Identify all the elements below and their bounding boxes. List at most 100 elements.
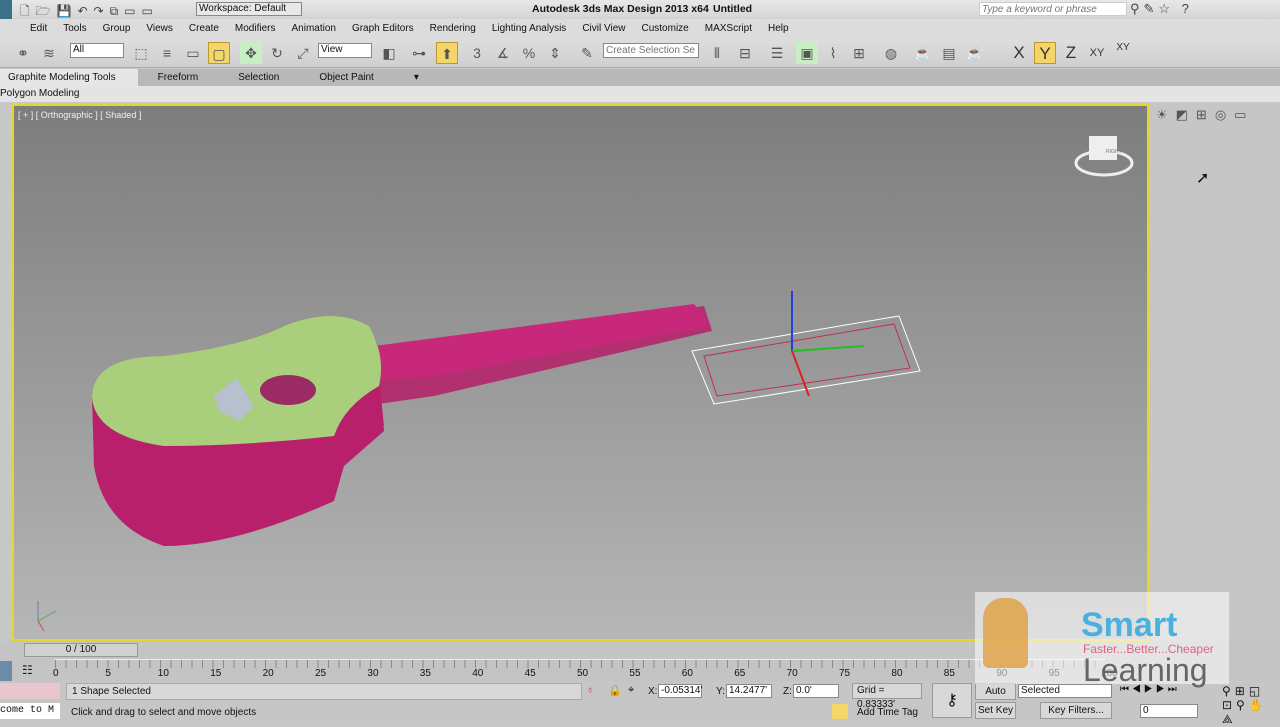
material-editor-icon[interactable]: ◍ (880, 42, 902, 64)
named-selection-input[interactable] (603, 43, 699, 58)
select-scale-icon[interactable]: ⤢ (292, 42, 314, 64)
lock-selection-icon[interactable]: 🔒 (608, 684, 622, 697)
timeline-tick-label: 35 (419, 668, 431, 679)
y-coordinate-field[interactable]: 14.2477' (726, 684, 772, 698)
infocenter-icons[interactable]: ⚲✎☆ ? (1130, 1, 1193, 17)
main-toolbar: ⚭ ≋ All ⬚ ≡ ▭ ▢ ✥ ↻ ⤢ View ◧ ⊶ ⬆ 3 ∡ % ⇕… (0, 38, 1280, 68)
add-time-tag-button[interactable]: Add Time Tag (857, 707, 918, 718)
ribbon-panel: Polygon Modeling (0, 86, 1280, 102)
render-production-icon[interactable]: ☕ (964, 42, 986, 64)
schematic-view-icon[interactable]: ⊞ (848, 42, 870, 64)
tab-object-paint[interactable]: Object Paint (299, 72, 393, 83)
auto-key-button[interactable]: Auto Key (975, 683, 1016, 712)
maxscript-text: come to M (0, 705, 55, 716)
maxscript-listener[interactable] (0, 683, 60, 699)
current-frame-value: 0 (1143, 705, 1149, 716)
layer-manager-icon[interactable]: ☰ (766, 42, 788, 64)
render-setup-icon[interactable]: ☕ (912, 42, 934, 64)
axis-z-button[interactable]: Z (1060, 42, 1082, 64)
menu-maxscript[interactable]: MAXScript (697, 23, 760, 34)
select-by-name-icon[interactable]: ≡ (156, 42, 178, 64)
menu-modifiers[interactable]: Modifiers (227, 23, 284, 34)
menu-animation[interactable]: Animation (283, 23, 343, 34)
select-rotate-icon[interactable]: ↻ (266, 42, 288, 64)
z-label: Z: (783, 686, 792, 697)
trackbar-toggle[interactable] (0, 661, 12, 681)
menu-lighting-analysis[interactable]: Lighting Analysis (484, 23, 575, 34)
viewcube-face-label[interactable]: RIGHT (1106, 149, 1122, 155)
time-tag-icon[interactable] (832, 704, 848, 719)
menu-views[interactable]: Views (138, 23, 181, 34)
viewport-orthographic[interactable]: [ + ] [ Orthographic ] [ Shaded ] RIGHT (12, 104, 1149, 641)
snaps-toggle-icon[interactable]: 3 (466, 42, 488, 64)
spinner-snap-icon[interactable]: ⇕ (544, 42, 566, 64)
isolate-icon[interactable]: ♁ (586, 684, 594, 696)
track-bar[interactable]: 0510152025303540455055606570758085909510… (53, 659, 1118, 681)
rendered-frame-window-icon[interactable]: ▤ (938, 42, 960, 64)
menu-edit[interactable]: Edit (22, 23, 55, 34)
timeline-tick-label: 20 (262, 668, 274, 679)
ribbon-options-icon[interactable]: ▾ (394, 72, 439, 83)
menu-group[interactable]: Group (95, 23, 139, 34)
set-keys-key-icon[interactable]: ⚷ (932, 683, 972, 718)
axis-x-button[interactable]: X (1008, 42, 1030, 64)
absolute-mode-icon[interactable]: ⌖ (628, 684, 634, 697)
angle-snap-icon[interactable]: ∡ (492, 42, 514, 64)
menu-tools[interactable]: Tools (55, 23, 94, 34)
rect-selection-icon[interactable]: ▭ (182, 42, 204, 64)
z-value: 0.0' (796, 685, 812, 696)
key-filters-button[interactable]: Key Filters... (1040, 702, 1112, 719)
grid-readout: Grid = 0.83333' (852, 683, 922, 710)
viewport-navigation-icons[interactable]: ⚲⊞◱ ⊡⚲✋⟁ (1222, 684, 1280, 727)
selection-status: 1 Shape Selected (66, 683, 582, 700)
curve-editor-icon[interactable]: ⌇ (822, 42, 844, 64)
command-panel-tab-icons[interactable]: ☀◩⊞◎▭ (1156, 107, 1254, 123)
timeline-tick-label: 60 (681, 668, 693, 679)
set-key-button[interactable]: Set Key (975, 702, 1016, 719)
select-move-icon[interactable]: ✥ (240, 42, 262, 64)
panel-polygon-modeling[interactable]: Polygon Modeling (0, 88, 80, 99)
axis-xy-button[interactable]: XY (1086, 42, 1108, 64)
tab-selection[interactable]: Selection (218, 72, 299, 83)
mirror-icon[interactable]: ⫴ (706, 42, 728, 64)
tab-graphite-modeling-tools[interactable]: Graphite Modeling Tools (0, 69, 138, 86)
viewcube[interactable] (1074, 136, 1134, 177)
selected-shape[interactable] (691, 291, 921, 405)
curve-editor-mini-icon[interactable]: ☷ (22, 663, 33, 677)
tab-freeform[interactable]: Freeform (138, 72, 219, 83)
maxscript-input[interactable]: come to M (0, 703, 60, 719)
axis-tripod-icon (37, 601, 57, 632)
timeline-tick-label: 85 (943, 668, 955, 679)
align-icon[interactable]: ⊟ (734, 42, 756, 64)
select-object-icon[interactable]: ⬚ (130, 42, 152, 64)
keyboard-shortcut-override-icon[interactable]: ⬆ (436, 42, 458, 64)
selection-filter-dropdown[interactable]: All (70, 43, 124, 58)
axis-y-button[interactable]: Y (1034, 42, 1056, 64)
menu-graph-editors[interactable]: Graph Editors (344, 23, 422, 34)
menu-create[interactable]: Create (181, 23, 227, 34)
ref-coord-dropdown[interactable]: View (318, 43, 372, 58)
graphite-toggle-icon[interactable]: ▣ (796, 42, 818, 64)
bind-spacewarp-icon[interactable]: ≋ (38, 42, 60, 64)
edit-named-selection-icon[interactable]: ✎ (576, 42, 598, 64)
timeline-tick-label: 10 (157, 668, 169, 679)
pivot-center-icon[interactable]: ◧ (378, 42, 400, 64)
search-input[interactable] (979, 2, 1127, 16)
manipulate-icon[interactable]: ⊶ (408, 42, 430, 64)
window-crossing-icon[interactable]: ▢ (208, 42, 230, 64)
workspace-dropdown[interactable]: Workspace: Default (196, 2, 302, 16)
menu-rendering[interactable]: Rendering (422, 23, 484, 34)
time-slider[interactable]: 0 / 100 (24, 643, 138, 657)
menu-customize[interactable]: Customize (633, 23, 696, 34)
timeline-tick-label: 75 (839, 668, 851, 679)
percent-snap-icon[interactable]: % (518, 42, 540, 64)
menu-civil-view[interactable]: Civil View (574, 23, 633, 34)
document-title: Untitled (713, 3, 753, 15)
menu-help[interactable]: Help (760, 23, 797, 34)
axis-constraint-snap-button[interactable]: XY (1112, 42, 1134, 64)
current-frame-field[interactable]: 0 (1140, 704, 1198, 718)
link-icon[interactable]: ⚭ (12, 42, 34, 64)
z-coordinate-field[interactable]: 0.0' (793, 684, 839, 698)
x-coordinate-field[interactable]: -0.05314' (658, 684, 702, 698)
guitar-model[interactable] (92, 304, 712, 546)
